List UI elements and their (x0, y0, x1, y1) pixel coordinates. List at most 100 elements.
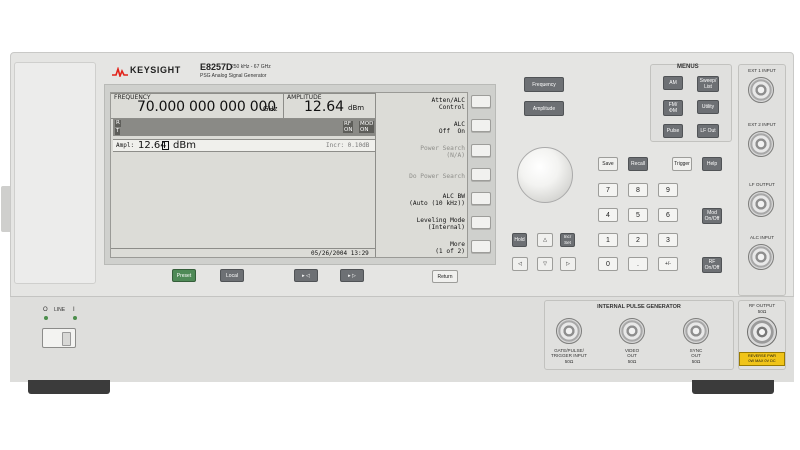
entry-label: Ampl: (116, 142, 135, 149)
brand-name: KEYSIGHT (130, 65, 181, 75)
arrow-right-icon: ▸ ▷ (348, 272, 356, 279)
hold-button[interactable]: Hold (512, 233, 527, 247)
status-bar: R T RF ON MOD ON (113, 119, 375, 136)
lf-output-label: LF OUTPUT (749, 182, 775, 187)
video-out-impedance: 50Ω (627, 359, 637, 364)
am-button[interactable]: AM (663, 76, 683, 90)
rf-output-connector[interactable] (747, 317, 777, 347)
entry-unit: dBm (173, 140, 196, 151)
foot-left (28, 380, 110, 394)
gate-connector[interactable] (556, 318, 582, 344)
status-mod-on: MOD ON (359, 121, 375, 133)
arrow-right-icon: ▷ (566, 261, 570, 267)
power-off-symbol: O (43, 307, 48, 313)
sync-out-impedance: 50Ω (691, 359, 701, 364)
rf-onoff-button[interactable]: RF On/Off (702, 257, 722, 273)
model-number: E8257D (200, 62, 233, 72)
key-1[interactable]: 1 (598, 233, 618, 247)
rotary-knob[interactable] (517, 147, 573, 203)
key-3[interactable]: 3 (658, 233, 678, 247)
lf-output-connector[interactable] (748, 191, 774, 217)
standby-led (44, 316, 48, 320)
frequency-value: 70.000 000 000 000 (137, 99, 276, 115)
page-left-button[interactable]: ▸ ◁ (294, 269, 318, 282)
video-out-connector[interactable] (619, 318, 645, 344)
frequency-unit: GHz (263, 105, 278, 113)
status-rf-on: RF ON (343, 121, 354, 133)
preset-button[interactable]: Preset (172, 269, 196, 282)
mod-onoff-button[interactable]: Mod On/Off (702, 208, 722, 224)
key-plus-minus[interactable]: +/- (658, 257, 678, 271)
key-2[interactable]: 2 (628, 233, 648, 247)
key-4[interactable]: 4 (598, 208, 618, 222)
sweep-list-button[interactable]: Sweep/ List (697, 76, 719, 92)
arrow-left-icon: ▸ ◁ (302, 272, 310, 279)
key-0[interactable]: 0 (598, 257, 618, 271)
left-front-handle (14, 62, 96, 284)
ext2-label: EXT 2 INPUT (748, 122, 776, 127)
lcd-display: FREQUENCY 70.000 000 000 000 GHz AMPLITU… (110, 92, 468, 258)
power-line-label: LINE (54, 307, 66, 313)
arrow-up-button[interactable]: △ (537, 233, 553, 247)
softkey-label-5: ALC BW (Auto (10 kHz)) (409, 193, 465, 207)
key-9[interactable]: 9 (658, 183, 678, 197)
gate-label: GATE/PULSE/ TRIGGER INPUT (551, 348, 587, 358)
sync-out-connector[interactable] (683, 318, 709, 344)
incr-set-button[interactable]: Incr Set (560, 233, 575, 247)
model-range: 250 kHz - 67 GHz (231, 64, 271, 70)
amplitude-button[interactable]: Amplitude (524, 101, 564, 116)
ext1-connector[interactable] (748, 77, 774, 103)
softkey-label-4: Do Power Search (409, 173, 465, 180)
softkey-button-5[interactable] (471, 192, 491, 205)
pulse-button[interactable]: Pulse (663, 124, 683, 138)
sync-out-label: SYNC OUT (689, 348, 703, 358)
side-handle-tab (1, 186, 10, 232)
softkey-button-4[interactable] (471, 168, 491, 181)
local-button[interactable]: Local (220, 269, 244, 282)
page-right-button[interactable]: ▸ ▷ (340, 269, 364, 282)
softkey-button-3[interactable] (471, 144, 491, 157)
power-on-led (73, 316, 77, 320)
softkey-button-6[interactable] (471, 216, 491, 229)
key-5[interactable]: 5 (628, 208, 648, 222)
rf-output-label: RF OUTPUT (748, 303, 776, 308)
entry-cursor (162, 141, 169, 150)
softkey-label-6: Leveling Mode (Internal) (416, 217, 465, 231)
date-time: 05/26/2004 13:29 (311, 250, 369, 257)
softkey-button-7[interactable] (471, 240, 491, 253)
lf-out-button[interactable]: LF Out (697, 124, 719, 138)
key-7[interactable]: 7 (598, 183, 618, 197)
ext1-label: EXT 1 INPUT (748, 68, 776, 73)
power-on-symbol: I (73, 307, 75, 313)
alc-input-connector[interactable] (748, 244, 774, 270)
arrow-down-button[interactable]: ▽ (537, 257, 553, 271)
key-6[interactable]: 6 (658, 208, 678, 222)
softkey-label-2: ALC Off On (438, 121, 465, 135)
key-decimal[interactable]: . (628, 257, 648, 271)
arrow-left-icon: ◁ (518, 261, 522, 267)
rf-output-impedance: 50Ω (757, 309, 767, 314)
status-indicator-t: T (115, 128, 121, 135)
ext2-connector[interactable] (748, 131, 774, 157)
save-button[interactable]: Save (598, 157, 618, 171)
key-8[interactable]: 8 (628, 183, 648, 197)
recall-button[interactable]: Recall (628, 157, 648, 171)
arrow-right-button[interactable]: ▷ (560, 257, 576, 271)
fm-phim-button[interactable]: FM/ ΦM (663, 100, 683, 116)
utility-button[interactable]: Utility (697, 100, 719, 114)
power-switch[interactable] (42, 328, 76, 348)
arrow-left-button[interactable]: ◁ (512, 257, 528, 271)
frequency-button[interactable]: Frequency (524, 77, 564, 92)
status-indicator-r: R (115, 120, 121, 127)
return-button[interactable]: Return (432, 270, 458, 283)
amplitude-value: 12.64 (304, 99, 345, 115)
model-description: PSG Analog Signal Generator (200, 73, 267, 79)
increment-value: Incr: 0.10dB (326, 142, 370, 149)
trigger-button[interactable]: Trigger (672, 157, 692, 171)
pulse-generator-title: INTERNAL PULSE GENERATOR (597, 304, 681, 310)
help-button[interactable]: Help (702, 157, 722, 171)
keysight-logo-icon (112, 67, 128, 77)
alc-input-label: ALC INPUT (750, 235, 774, 240)
softkey-button-2[interactable] (471, 119, 491, 132)
softkey-button-1[interactable] (471, 95, 491, 108)
